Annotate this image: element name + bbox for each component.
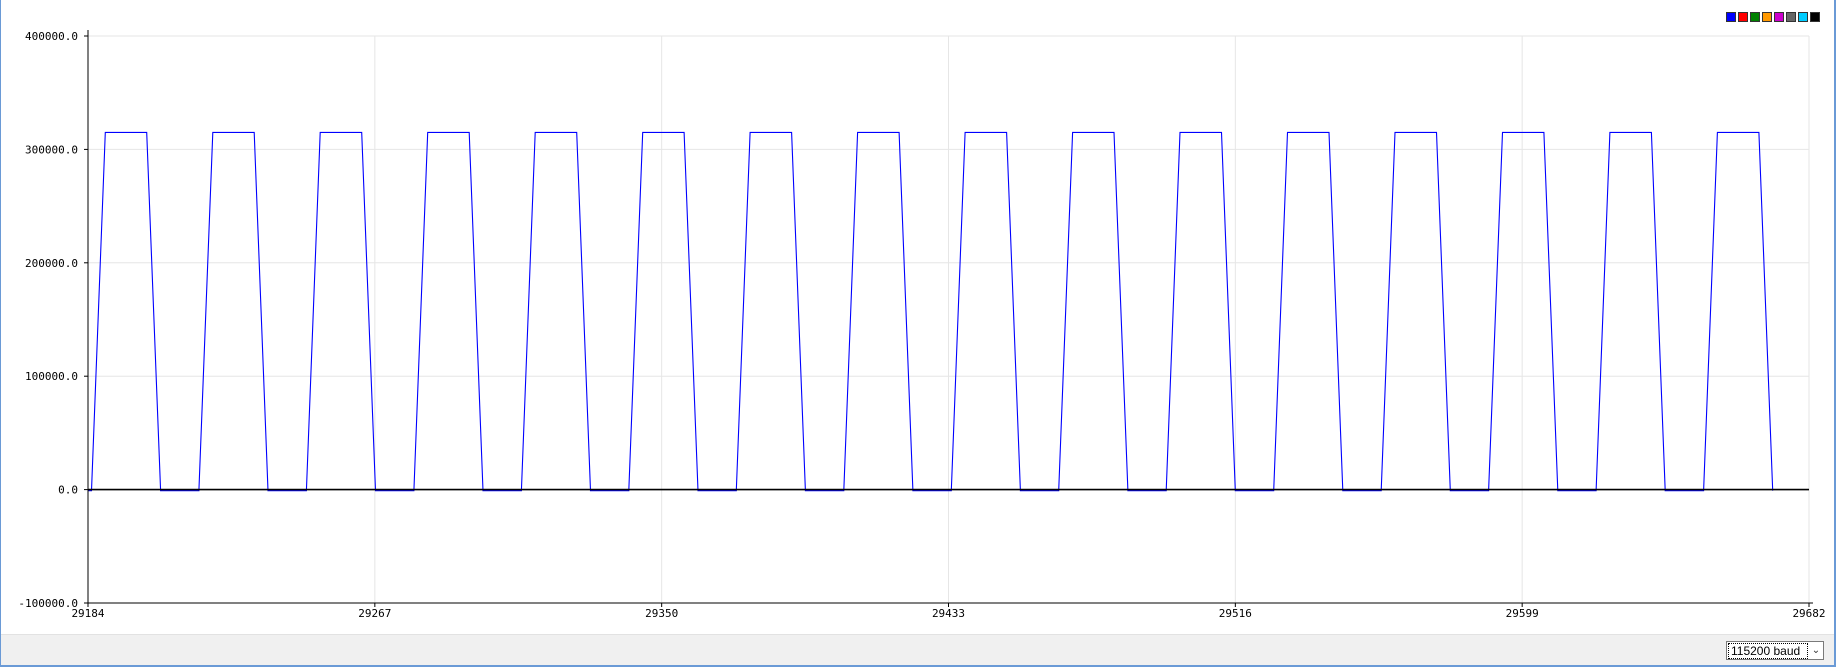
baud-rate-value: 115200 baud — [1728, 642, 1808, 659]
series-line-1 — [88, 131, 1774, 492]
bottom-toolbar: 115200 baud ⌄ — [1, 634, 1834, 665]
legend-swatch-6 — [1786, 12, 1796, 22]
y-tick-label: 400000.0 — [25, 30, 78, 43]
legend-swatch-4 — [1762, 12, 1772, 22]
x-tick-label: 29350 — [645, 607, 678, 620]
legend-swatch-7 — [1798, 12, 1808, 22]
x-tick-label: 29599 — [1506, 607, 1539, 620]
x-tick-label: 29682 — [1792, 607, 1825, 620]
plot-area: 400000.0 300000.0 200000.0 100000.0 0.0 -1000… — [18, 30, 1826, 620]
y-tick-label: 0.0 — [58, 484, 78, 497]
x-tick-label: 29433 — [932, 607, 965, 620]
chevron-down-icon[interactable]: ⌄ — [1809, 645, 1823, 656]
legend-swatch-3 — [1750, 12, 1760, 22]
legend-swatch-8 — [1810, 12, 1820, 22]
serial-plotter-window: 400000.0 300000.0 200000.0 100000.0 0.0 -1000… — [0, 0, 1836, 667]
x-tick-label: 29516 — [1219, 607, 1252, 620]
y-tick-label: -100000.0 — [18, 597, 78, 610]
tick-labels: 400000.0 300000.0 200000.0 100000.0 0.0 -1000… — [18, 30, 1825, 620]
legend-swatch-5 — [1774, 12, 1784, 22]
x-tick-label: 29184 — [71, 607, 104, 620]
legend-swatch-1 — [1726, 12, 1736, 22]
y-tick-label: 200000.0 — [25, 257, 78, 270]
x-tick-label: 29267 — [358, 607, 391, 620]
y-tick-label: 300000.0 — [25, 143, 78, 156]
baud-rate-select[interactable]: 115200 baud ⌄ — [1726, 641, 1824, 660]
legend — [1726, 12, 1820, 22]
y-tick-label: 100000.0 — [25, 370, 78, 383]
legend-swatch-2 — [1738, 12, 1748, 22]
